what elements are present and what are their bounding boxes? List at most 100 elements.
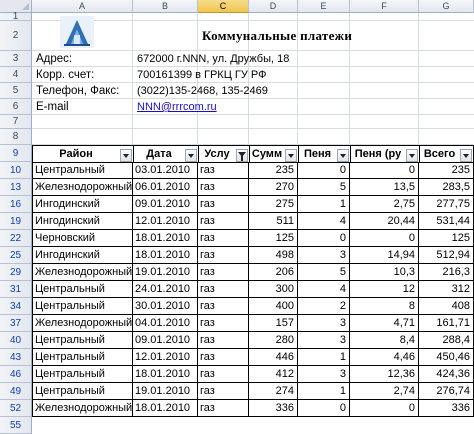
cell-penalty-days[interactable]: 4: [298, 213, 350, 230]
cell-service[interactable]: газ: [198, 247, 249, 264]
cell-penalty-days[interactable]: 1: [298, 383, 350, 400]
row-header-16[interactable]: 16: [0, 196, 32, 213]
cell-total[interactable]: 312: [419, 281, 474, 298]
cell-date[interactable]: 18.01.2010: [133, 247, 198, 264]
cell-penalty-days[interactable]: 5: [298, 264, 350, 281]
cell-penalty-amount[interactable]: 4,71: [350, 315, 419, 332]
cell-service[interactable]: газ: [198, 196, 249, 213]
cell-penalty-amount[interactable]: 10,3: [350, 264, 419, 281]
row-header-8[interactable]: 8: [0, 129, 32, 145]
cell-penalty-amount[interactable]: 0: [350, 400, 419, 417]
row-header-52[interactable]: 52: [0, 400, 32, 417]
dropdown-arrow-icon[interactable]: [285, 149, 297, 162]
filter-active-icon[interactable]: [236, 149, 248, 162]
column-header-sum[interactable]: Сумм: [249, 145, 299, 163]
cell-date[interactable]: 18.01.2010: [133, 230, 198, 247]
cell-total[interactable]: 216,3: [419, 264, 474, 281]
cell-penalty-amount[interactable]: 8: [350, 298, 419, 315]
cell-date[interactable]: 09.01.2010: [133, 332, 198, 349]
column-header-rayon[interactable]: Район: [32, 145, 134, 163]
cell-penalty-amount[interactable]: 8,4: [350, 332, 419, 349]
cell-penalty-days[interactable]: 3: [298, 247, 350, 264]
cell-amount[interactable]: 157: [249, 315, 298, 332]
cell-penalty-amount[interactable]: 12,36: [350, 366, 419, 383]
cell-date[interactable]: 04.01.2010: [133, 315, 198, 332]
cell-amount[interactable]: 274: [249, 383, 298, 400]
cell-district[interactable]: Железнодорожный: [32, 179, 133, 196]
row-header-2[interactable]: 2: [0, 21, 32, 51]
cell-penalty-days[interactable]: 1: [298, 196, 350, 213]
row-header-31[interactable]: 31: [0, 281, 32, 298]
column-header-penalty-rub[interactable]: Пеня (ру: [350, 145, 420, 163]
dropdown-arrow-icon[interactable]: [406, 149, 418, 162]
cell-amount[interactable]: 270: [249, 179, 298, 196]
row-header-37[interactable]: 37: [0, 315, 32, 332]
row-header-22[interactable]: 22: [0, 230, 32, 247]
info-label[interactable]: Корр. счет:: [34, 67, 132, 83]
cell-service[interactable]: газ: [198, 383, 249, 400]
cell-service[interactable]: газ: [198, 298, 249, 315]
cell-service[interactable]: газ: [198, 332, 249, 349]
cell-penalty-amount[interactable]: 13,5: [350, 179, 419, 196]
cell-total[interactable]: 408: [419, 298, 474, 315]
info-value[interactable]: 672000 г.NNN, ул. Дружбы, 18: [135, 51, 335, 67]
cell-penalty-days[interactable]: 3: [298, 332, 350, 349]
cell-amount[interactable]: 275: [249, 196, 298, 213]
info-value[interactable]: (3022)135-2468, 135-2469: [135, 83, 335, 99]
cell-service[interactable]: газ: [198, 179, 249, 196]
cell-district[interactable]: Черновский: [32, 230, 133, 247]
cell-total[interactable]: 235: [419, 162, 474, 179]
row-header-29[interactable]: 29: [0, 264, 32, 281]
cell-penalty-amount[interactable]: 14,94: [350, 247, 419, 264]
cell-amount[interactable]: 400: [249, 298, 298, 315]
cell-amount[interactable]: 235: [249, 162, 298, 179]
dropdown-arrow-icon[interactable]: [120, 149, 132, 162]
cell-service[interactable]: газ: [198, 315, 249, 332]
column-header-service[interactable]: Услу: [198, 145, 250, 163]
dropdown-arrow-icon[interactable]: [460, 149, 472, 162]
cell-date[interactable]: 30.01.2010: [133, 298, 198, 315]
cell-amount[interactable]: 336: [249, 400, 298, 417]
column-header-b[interactable]: B: [133, 0, 198, 13]
row-header-5[interactable]: 5: [0, 83, 32, 99]
cell-amount[interactable]: 412: [249, 366, 298, 383]
cell-penalty-amount[interactable]: 20,44: [350, 213, 419, 230]
cell-amount[interactable]: 300: [249, 281, 298, 298]
cell-penalty-days[interactable]: 0: [298, 162, 350, 179]
cell-service[interactable]: газ: [198, 281, 249, 298]
cell-penalty-amount[interactable]: 12: [350, 281, 419, 298]
row-header-40[interactable]: 40: [0, 332, 32, 349]
cell-service[interactable]: газ: [198, 366, 249, 383]
cell-penalty-days[interactable]: 0: [298, 230, 350, 247]
row-header-19[interactable]: 19: [0, 213, 32, 230]
column-header-e[interactable]: E: [298, 0, 350, 13]
column-header-total[interactable]: Всего: [419, 145, 474, 163]
cell-district[interactable]: Центральный: [32, 383, 133, 400]
cell-date[interactable]: 09.01.2010: [133, 196, 198, 213]
cell-penalty-days[interactable]: 1: [298, 349, 350, 366]
cell-district[interactable]: Ингодинский: [32, 247, 133, 264]
cell-district[interactable]: Центральный: [32, 298, 133, 315]
info-label[interactable]: Адрес:: [34, 51, 132, 67]
row-header-13[interactable]: 13: [0, 179, 32, 196]
row-header-6[interactable]: 6: [0, 99, 32, 115]
cell-date[interactable]: 19.01.2010: [133, 383, 198, 400]
cell-penalty-days[interactable]: 3: [298, 315, 350, 332]
row-header-43[interactable]: 43: [0, 349, 32, 366]
column-header-d[interactable]: D: [249, 0, 298, 13]
cell-total[interactable]: 283,5: [419, 179, 474, 196]
cell-penalty-days[interactable]: 0: [298, 400, 350, 417]
row-header-4[interactable]: 4: [0, 67, 32, 83]
cell-date[interactable]: 06.01.2010: [133, 179, 198, 196]
cell-district[interactable]: Центральный: [32, 366, 133, 383]
column-header-f[interactable]: F: [350, 0, 419, 13]
cell-district[interactable]: Железнодорожный: [32, 264, 133, 281]
cell-total[interactable]: 450,46: [419, 349, 474, 366]
row-header-49[interactable]: 49: [0, 383, 32, 400]
dropdown-arrow-icon[interactable]: [337, 149, 349, 162]
row-header-10[interactable]: 10: [0, 162, 32, 179]
cell-service[interactable]: газ: [198, 400, 249, 417]
cell-penalty-amount[interactable]: 2,74: [350, 383, 419, 400]
row-header-9[interactable]: 9: [0, 145, 32, 162]
cell-district[interactable]: Центральный: [32, 162, 133, 179]
